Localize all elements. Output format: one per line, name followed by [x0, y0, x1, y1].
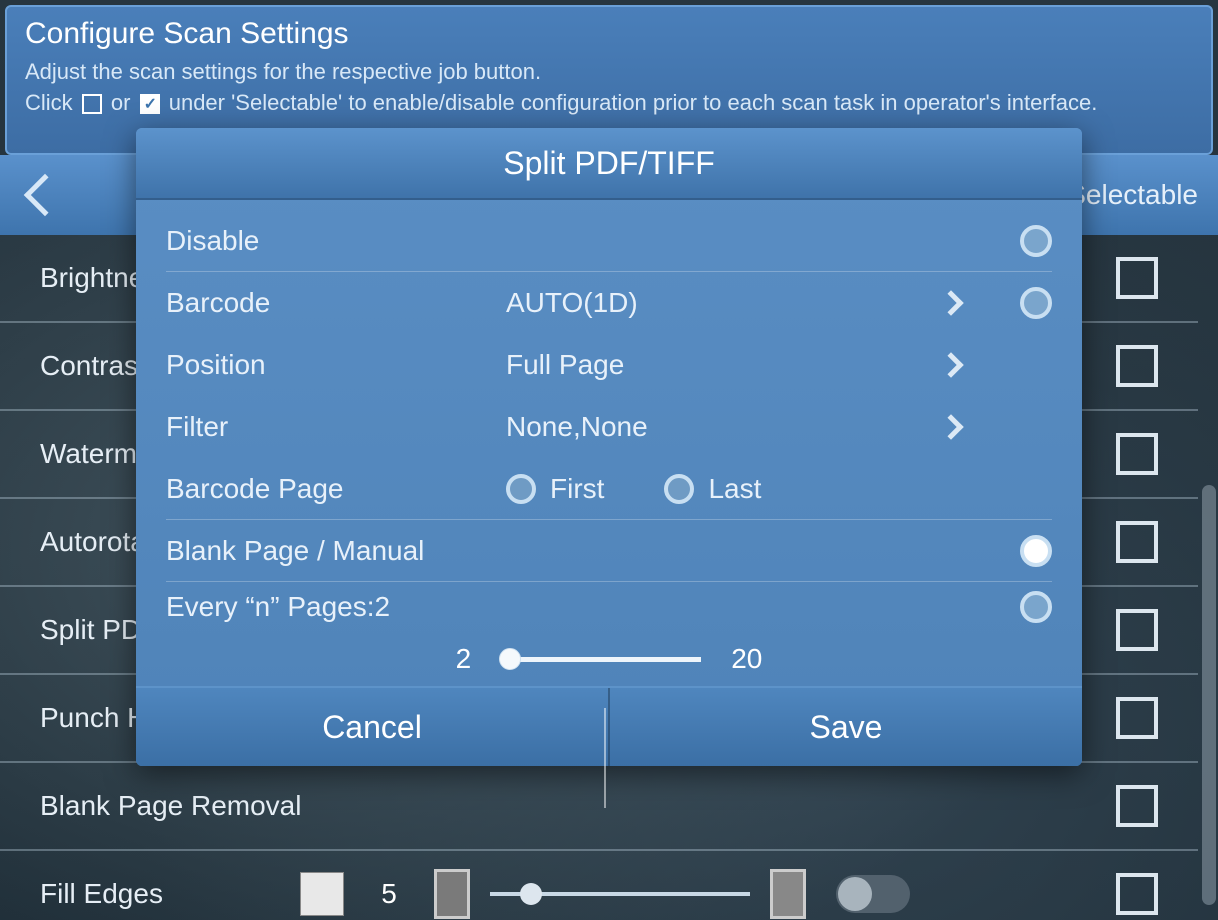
option-label: Barcode Page [166, 473, 506, 505]
radio-icon[interactable] [506, 474, 536, 504]
option-every-n[interactable]: Every “n” Pages:2 [166, 582, 1052, 632]
stray-divider-line [604, 708, 606, 808]
option-value: AUTO(1D) [506, 287, 846, 319]
dialog-title: Split PDF/TIFF [136, 128, 1082, 200]
option-value: Full Page [506, 349, 846, 381]
radio-selected-icon[interactable] [1020, 535, 1052, 567]
opt-text: Last [708, 473, 761, 505]
radio-icon[interactable] [1020, 225, 1052, 257]
option-filter[interactable]: Filter None,None [166, 396, 1052, 458]
option-value: None,None [506, 411, 846, 443]
chevron-right-icon[interactable] [938, 290, 963, 315]
option-label: Filter [166, 411, 506, 443]
radio-icon[interactable] [664, 474, 694, 504]
chevron-right-icon[interactable] [938, 352, 963, 377]
barcode-page-first[interactable]: First [506, 473, 604, 505]
option-barcode[interactable]: Barcode AUTO(1D) [166, 272, 1052, 334]
split-pdf-dialog: Split PDF/TIFF Disable Barcode AUTO(1D) … [136, 128, 1082, 766]
option-label: Every “n” Pages:2 [166, 591, 390, 623]
radio-icon[interactable] [1020, 591, 1052, 623]
option-disable[interactable]: Disable [166, 210, 1052, 272]
slider-max: 20 [731, 643, 762, 675]
cancel-button[interactable]: Cancel [136, 688, 608, 766]
save-button[interactable]: Save [610, 688, 1082, 766]
option-barcode-page: Barcode Page First Last [166, 458, 1052, 520]
slider-thumb-icon[interactable] [499, 648, 521, 670]
dialog-footer: Cancel Save [136, 686, 1082, 766]
option-blank-manual[interactable]: Blank Page / Manual [166, 520, 1052, 582]
option-label: Disable [166, 225, 506, 257]
slider-min: 2 [456, 643, 472, 675]
radio-icon[interactable] [1020, 287, 1052, 319]
footer-divider [608, 688, 610, 766]
barcode-page-last[interactable]: Last [664, 473, 761, 505]
opt-text: First [550, 473, 604, 505]
every-n-slider-row: 2 20 [166, 632, 1052, 686]
option-label: Barcode [166, 287, 506, 319]
every-n-slider[interactable] [501, 657, 701, 662]
dialog-body: Disable Barcode AUTO(1D) Position Full P… [136, 200, 1082, 686]
option-label: Position [166, 349, 506, 381]
option-label: Blank Page / Manual [166, 535, 424, 567]
chevron-right-icon[interactable] [938, 414, 963, 439]
option-position[interactable]: Position Full Page [166, 334, 1052, 396]
modal-overlay: Split PDF/TIFF Disable Barcode AUTO(1D) … [0, 0, 1218, 920]
